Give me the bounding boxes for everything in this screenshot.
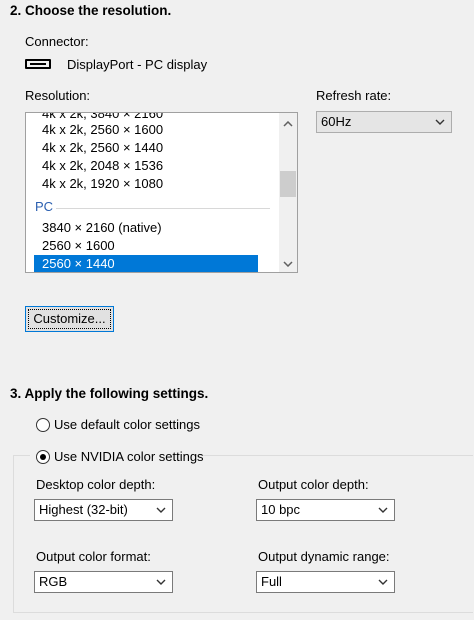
list-item-selected[interactable]: 2560 × 1440 <box>34 255 258 272</box>
list-item[interactable]: 2560 × 1600 <box>42 237 115 255</box>
list-item[interactable]: 4k x 2k, 2560 × 1440 <box>42 139 163 157</box>
resolution-listbox[interactable]: 4k x 2k, 3840 × 2160 4k x 2k, 2560 × 160… <box>25 112 298 273</box>
output-color-depth-dropdown[interactable]: 10 bpc <box>256 499 395 521</box>
list-group-pc: PC <box>35 199 54 214</box>
list-item[interactable]: 4k x 2k, 2048 × 1536 <box>42 157 163 175</box>
list-item-selected-label: 2560 × 1440 <box>42 256 115 271</box>
listbox-scrollbar[interactable] <box>279 113 297 272</box>
section-3-heading: 3. Apply the following settings. <box>10 386 209 401</box>
displayport-connector-icon <box>25 59 51 69</box>
list-item[interactable]: 4k x 2k, 2560 × 1600 <box>42 121 163 139</box>
list-group-divider <box>56 208 270 209</box>
connector-label: Connector: <box>25 34 89 49</box>
chevron-down-icon <box>156 500 166 513</box>
radio-default-color[interactable] <box>36 418 50 432</box>
refresh-rate-dropdown[interactable]: 60Hz <box>316 111 452 133</box>
list-item[interactable]: 4k x 2k, 1920 × 1080 <box>42 175 163 193</box>
output-color-format-label: Output color format: <box>36 549 151 564</box>
output-dynamic-range-dropdown[interactable]: Full <box>256 571 395 593</box>
chevron-down-icon <box>435 112 445 125</box>
output-color-depth-label: Output color depth: <box>258 477 369 492</box>
refresh-rate-label: Refresh rate: <box>316 88 392 103</box>
scrollbar-thumb[interactable] <box>280 171 296 197</box>
list-item[interactable]: 3840 × 2160 (native) <box>42 219 162 237</box>
output-color-depth-value: 10 bpc <box>261 502 301 517</box>
output-color-format-value: RGB <box>39 574 68 589</box>
scroll-down-icon[interactable] <box>279 255 297 272</box>
chevron-down-icon <box>378 572 388 585</box>
output-color-format-dropdown[interactable]: RGB <box>34 571 173 593</box>
desktop-color-depth-label: Desktop color depth: <box>36 477 156 492</box>
radio-default-color-label[interactable]: Use default color settings <box>54 417 200 432</box>
chevron-down-icon <box>378 500 388 513</box>
output-dynamic-range-value: Full <box>261 574 282 589</box>
desktop-color-depth-dropdown[interactable]: Highest (32-bit) <box>34 499 173 521</box>
radio-nvidia-color[interactable] <box>36 450 50 464</box>
radio-nvidia-color-label[interactable]: Use NVIDIA color settings <box>54 449 204 464</box>
output-dynamic-range-label: Output dynamic range: <box>258 549 390 564</box>
refresh-rate-value: 60Hz <box>321 114 352 129</box>
section-2-heading: 2. Choose the resolution. <box>10 3 172 18</box>
connector-value: DisplayPort - PC display <box>67 57 208 72</box>
customize-button[interactable]: Customize... <box>25 306 114 332</box>
scroll-up-icon[interactable] <box>279 115 297 132</box>
resolution-label: Resolution: <box>25 88 91 103</box>
chevron-down-icon <box>156 572 166 585</box>
desktop-color-depth-value: Highest (32-bit) <box>39 502 128 517</box>
